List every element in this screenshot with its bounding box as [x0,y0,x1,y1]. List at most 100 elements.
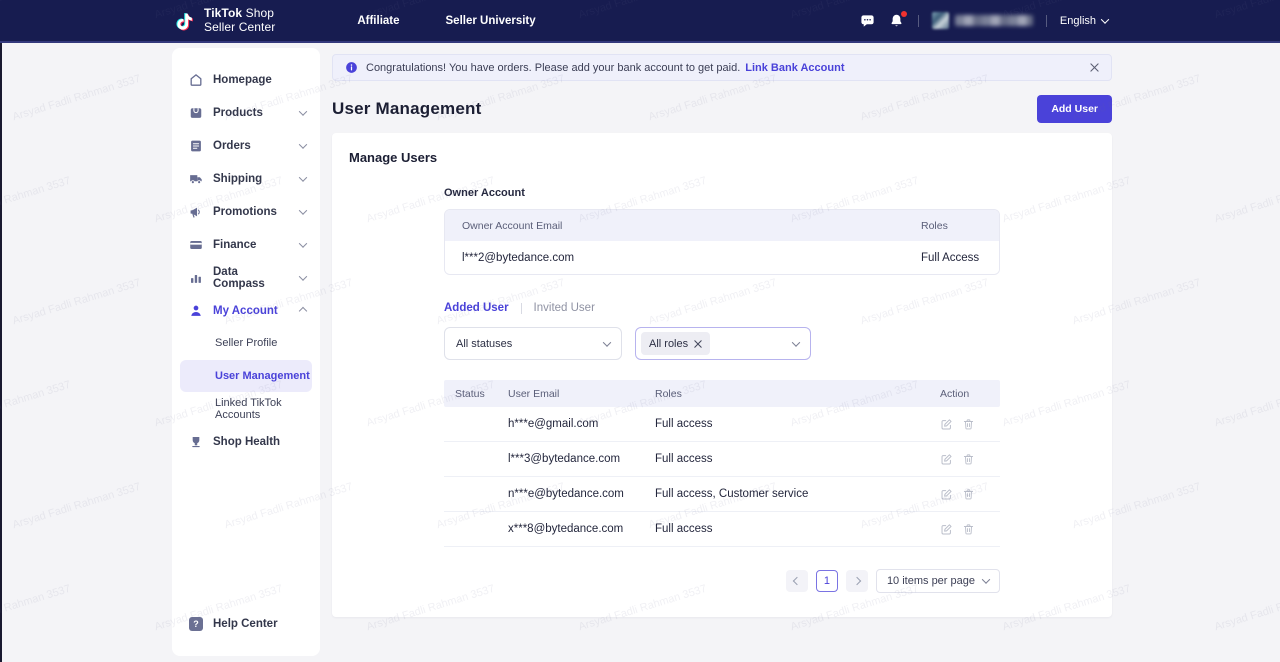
edit-icon[interactable] [940,418,953,431]
filters-row: All statuses All roles [444,327,1000,360]
divider [918,15,919,27]
previous-page-button[interactable] [786,570,808,592]
chevron-down-icon [1101,15,1109,23]
sidebar-item-shipping[interactable]: Shipping [172,162,320,195]
brand-subtitle: Seller Center [204,20,275,34]
nav-link-seller-university[interactable]: Seller University [446,15,536,27]
delete-icon[interactable] [962,418,975,431]
sidebar-subitem-label: User Management [215,370,310,382]
chevron-down-icon [793,338,799,350]
sidebar-item-orders[interactable]: Orders [172,129,320,162]
trophy-icon [189,435,203,449]
card-content: Owner Account Owner Account Email Roles … [444,187,1000,593]
package-icon [189,106,203,120]
sidebar-item-label: Promotions [213,206,277,218]
roles-filter-tag: All roles [641,332,710,355]
owner-roles-header: Roles [921,220,948,232]
status-filter-select[interactable]: All statuses [444,327,622,360]
table-row: n***e@bytedance.com Full access, Custome… [444,477,1000,512]
avatar [932,12,949,29]
language-selector[interactable]: English [1060,15,1108,27]
users-table-header: Status User Email Roles Action [444,380,1000,407]
status-column-header: Status [444,388,508,400]
tag-remove-icon[interactable] [694,340,702,348]
notifications-bell-icon[interactable] [889,13,905,29]
sidebar-item-label: Homepage [213,74,272,86]
roles-filter-select[interactable]: All roles [635,327,811,360]
brand-name-light: Shop [246,6,274,20]
bar-chart-icon [189,271,203,285]
next-page-button[interactable] [846,570,868,592]
banner-message: Congratulations! You have orders. Please… [366,62,740,74]
email-column-header: User Email [508,388,655,400]
page-size-select[interactable]: 10 items per page [876,569,1000,593]
owner-account-table: Owner Account Email Roles l***2@bytedanc… [444,209,1000,275]
chat-icon[interactable] [860,13,876,29]
sidebar-item-label: Help Center [213,618,278,630]
chevron-left-icon [793,577,801,585]
owner-table-row: l***2@bytedance.com Full Access [445,241,999,274]
brand-text: TikTok Shop Seller Center [204,7,275,34]
sidebar-item-data-compass[interactable]: Data Compass [172,261,320,294]
user-roles: Full access, Customer service [655,488,940,500]
current-page-button[interactable]: 1 [816,570,838,592]
brand-logo[interactable]: TikTok Shop Seller Center [175,7,275,34]
user-roles: Full access [655,523,940,535]
tab-added-user[interactable]: Added User [444,302,509,314]
sidebar-item-promotions[interactable]: Promotions [172,195,320,228]
sidebar-item-label: Products [213,107,263,119]
delete-icon[interactable] [962,523,975,536]
truck-icon [189,172,203,186]
main-content: Congratulations! You have orders. Please… [332,48,1112,617]
card-title: Manage Users [349,150,1112,165]
chevron-down-icon [300,107,306,119]
chevron-down-icon [300,239,306,251]
sidebar-item-my-account[interactable]: My Account [172,294,320,327]
banner-close-icon[interactable] [1090,63,1099,72]
sidebar-item-finance[interactable]: Finance [172,228,320,261]
add-user-button[interactable]: Add User [1037,95,1112,123]
sidebar-item-label: Shipping [213,173,262,185]
edit-icon[interactable] [940,488,953,501]
person-icon [189,304,203,318]
chevron-down-icon [300,272,306,284]
sidebar-item-shop-health[interactable]: Shop Health [172,425,320,458]
chevron-down-icon [300,206,306,218]
user-tabs: Added User Invited User [444,302,1000,314]
account-menu[interactable] [932,12,1033,29]
sidebar-subitem-user-management[interactable]: User Management [180,360,312,392]
page-size-label: 10 items per page [887,575,975,587]
owner-email-header: Owner Account Email [445,220,921,232]
sidebar-subitem-seller-profile[interactable]: Seller Profile [172,327,320,359]
user-email: x***8@bytedance.com [508,523,655,535]
owner-email-value: l***2@bytedance.com [445,252,921,264]
shell: Homepage Products Orders Shipping Promot… [0,43,1280,656]
delete-icon[interactable] [962,453,975,466]
megaphone-icon [189,205,203,219]
sidebar-item-homepage[interactable]: Homepage [172,63,320,96]
chevron-down-icon [300,140,306,152]
owner-account-label: Owner Account [444,187,1000,199]
tab-invited-user[interactable]: Invited User [534,302,595,314]
roles-tag-label: All roles [649,338,688,350]
notification-banner: Congratulations! You have orders. Please… [332,54,1112,81]
topnav: Affiliate Seller University [357,15,535,27]
page-title: User Management [332,99,481,119]
brand-name-bold: TikTok [204,6,242,20]
action-column-header: Action [940,388,1000,400]
users-table: Status User Email Roles Action h***e@gma… [444,380,1000,547]
delete-icon[interactable] [962,488,975,501]
edit-icon[interactable] [940,453,953,466]
sidebar-item-label: Finance [213,239,256,251]
sidebar-subitem-linked-tiktok-accounts[interactable]: Linked TikTok Accounts [172,393,320,425]
sidebar-item-label: Orders [213,140,251,152]
sidebar-item-help-center[interactable]: ? Help Center [172,607,320,640]
link-bank-account-link[interactable]: Link Bank Account [745,62,844,74]
edit-icon[interactable] [940,523,953,536]
pagination: 1 10 items per page [444,569,1000,593]
user-roles: Full access [655,418,940,430]
owner-table-header: Owner Account Email Roles [445,210,999,241]
table-row: l***3@bytedance.com Full access [444,442,1000,477]
nav-link-affiliate[interactable]: Affiliate [357,15,399,27]
sidebar-item-products[interactable]: Products [172,96,320,129]
